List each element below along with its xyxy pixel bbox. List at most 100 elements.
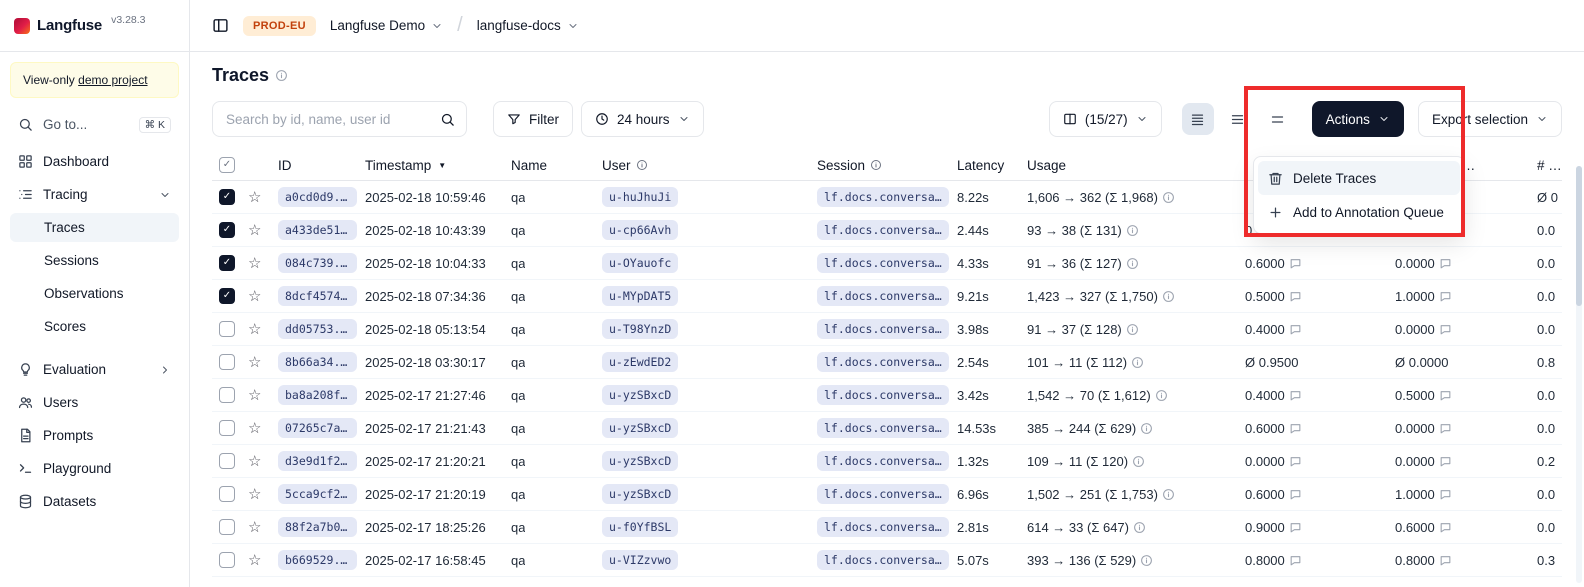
bookmark-star-icon[interactable]: ☆ [248,320,261,338]
trace-id-badge[interactable]: d3e9d1f2... [278,451,357,471]
row-checkbox[interactable]: ✓ [219,255,235,271]
session-badge[interactable]: lf.docs.conversation... [817,385,949,405]
row-height-medium-button[interactable] [1222,103,1254,135]
row-checkbox[interactable] [219,486,235,502]
session-badge[interactable]: lf.docs.conversation... [817,319,949,339]
session-badge[interactable]: lf.docs.conversation... [817,352,949,372]
sidebar-item-users[interactable]: Users [10,388,179,417]
sidebar-toggle-button[interactable] [212,17,229,34]
scrollbar-thumb[interactable] [1576,166,1582,306]
session-badge[interactable]: lf.docs.conversation... [817,418,949,438]
table-row[interactable]: ☆07265c7a...2025-02-17 21:21:43qau-yzSBx… [212,412,1562,445]
session-badge[interactable]: lf.docs.conversation... [817,286,949,306]
trace-id-badge[interactable]: 88f2a7b0... [278,517,357,537]
column-visibility-button[interactable]: (15/27) [1049,101,1162,137]
row-checkbox[interactable] [219,420,235,436]
filter-button[interactable]: Filter [493,101,573,137]
user-badge[interactable]: u-cp66Avh [602,220,678,240]
table-row[interactable]: ☆ba8a208f...2025-02-17 21:27:46qau-yzSBx… [212,379,1562,412]
bookmark-star-icon[interactable]: ☆ [248,353,261,371]
time-range-button[interactable]: 24 hours [581,101,704,137]
bookmark-star-icon[interactable]: ☆ [248,386,261,404]
user-badge[interactable]: u-yzSBxcD [602,451,678,471]
sidebar-item-traces[interactable]: Traces [10,213,179,242]
table-row[interactable]: ☆88f2a7b0...2025-02-17 18:25:26qau-f0YfB… [212,511,1562,544]
vertical-scrollbar[interactable] [1576,166,1582,583]
menu-item-add-to-annotation-queue[interactable]: Add to Annotation Queue [1258,195,1460,229]
sidebar-item-tracing[interactable]: Tracing [10,180,179,209]
trace-id-badge[interactable]: 084c739... [278,253,357,273]
org-selector[interactable]: Langfuse Demo [330,18,443,33]
user-badge[interactable]: u-yzSBxcD [602,484,678,504]
project-selector[interactable]: langfuse-docs [477,18,579,33]
col-header-usage[interactable]: Usage [1027,158,1245,173]
select-all-checkbox[interactable]: ✓ [219,157,235,173]
bookmark-star-icon[interactable]: ☆ [248,254,261,272]
sidebar-item-evaluation[interactable]: Evaluation [10,355,179,384]
actions-button[interactable]: Actions [1312,101,1404,137]
user-badge[interactable]: u-f0YfBSL [602,517,678,537]
row-height-large-button[interactable] [1262,103,1294,135]
user-badge[interactable]: u-yzSBxcD [602,385,678,405]
session-badge[interactable]: lf.docs.conversation... [817,550,949,570]
menu-item-delete-traces[interactable]: Delete Traces [1258,161,1460,195]
sidebar-item-dashboard[interactable]: Dashboard [10,147,179,176]
table-row[interactable]: ☆b669529...2025-02-17 16:58:45qau-VIZzvw… [212,544,1562,577]
user-badge[interactable]: u-VIZzvwo [602,550,678,570]
session-badge[interactable]: lf.docs.conversation... [817,253,949,273]
trace-id-badge[interactable]: 07265c7a... [278,418,357,438]
col-header-id[interactable]: ID [278,158,365,173]
user-badge[interactable]: u-MYpDAT5 [602,286,678,306]
session-badge[interactable]: lf.docs.conversation... [817,220,949,240]
col-header-user[interactable]: User [602,158,817,173]
sidebar-item-playground[interactable]: Playground [10,454,179,483]
bookmark-star-icon[interactable]: ☆ [248,518,261,536]
user-badge[interactable]: u-T98YnzD [602,319,678,339]
bookmark-star-icon[interactable]: ☆ [248,419,261,437]
table-row[interactable]: ☆5cca9cf2...2025-02-17 21:20:19qau-yzSBx… [212,478,1562,511]
bookmark-star-icon[interactable]: ☆ [248,287,261,305]
trace-id-badge[interactable]: ba8a208f... [278,385,357,405]
bookmark-star-icon[interactable]: ☆ [248,221,261,239]
trace-id-badge[interactable]: a433de51... [278,220,357,240]
trace-id-badge[interactable]: a0cd0d9... [278,187,357,207]
sidebar-item-prompts[interactable]: Prompts [10,421,179,450]
user-badge[interactable]: u-zEwdED2 [602,352,678,372]
row-checkbox[interactable]: ✓ [219,189,235,205]
trace-id-badge[interactable]: b669529... [278,550,357,570]
row-checkbox[interactable] [219,387,235,403]
bookmark-star-icon[interactable]: ☆ [248,188,261,206]
search-icon[interactable] [440,112,455,127]
session-badge[interactable]: lf.docs.conversation... [817,484,949,504]
bookmark-star-icon[interactable]: ☆ [248,452,261,470]
trace-id-badge[interactable]: 8b66a34... [278,352,357,372]
table-row[interactable]: ☆d3e9d1f2...2025-02-17 21:20:21qau-yzSBx… [212,445,1562,478]
user-badge[interactable]: u-OYauofc [602,253,678,273]
user-badge[interactable]: u-huJhuJi [602,187,678,207]
search-input[interactable] [224,111,432,128]
row-checkbox[interactable] [219,321,235,337]
row-checkbox[interactable] [219,354,235,370]
sidebar-item-datasets[interactable]: Datasets [10,487,179,516]
demo-project-link[interactable]: demo project [78,73,147,87]
session-badge[interactable]: lf.docs.conversation... [817,187,949,207]
row-checkbox[interactable] [219,519,235,535]
row-checkbox[interactable]: ✓ [219,288,235,304]
sidebar-item-scores[interactable]: Scores [10,312,179,341]
row-checkbox[interactable]: ✓ [219,222,235,238]
go-to-search[interactable]: Go to... ⌘ K [10,110,179,139]
table-row[interactable]: ☆8b66a34...2025-02-18 03:30:17qau-zEwdED… [212,346,1562,379]
col-header-name[interactable]: Name [511,158,602,173]
col-header-timestamp[interactable]: Timestamp▼ [365,158,511,173]
bookmark-star-icon[interactable]: ☆ [248,551,261,569]
row-height-small-button[interactable] [1182,103,1214,135]
trace-id-badge[interactable]: 8dcf4574... [278,286,357,306]
sidebar-item-observations[interactable]: Observations [10,279,179,308]
session-badge[interactable]: lf.docs.conversation... [817,517,949,537]
export-selection-button[interactable]: Export selection [1418,101,1562,137]
bookmark-star-icon[interactable]: ☆ [248,485,261,503]
col-header-session[interactable]: Session [817,158,957,173]
user-badge[interactable]: u-yzSBxcD [602,418,678,438]
session-badge[interactable]: lf.docs.conversation... [817,451,949,471]
col-header-latency[interactable]: Latency [957,158,1027,173]
